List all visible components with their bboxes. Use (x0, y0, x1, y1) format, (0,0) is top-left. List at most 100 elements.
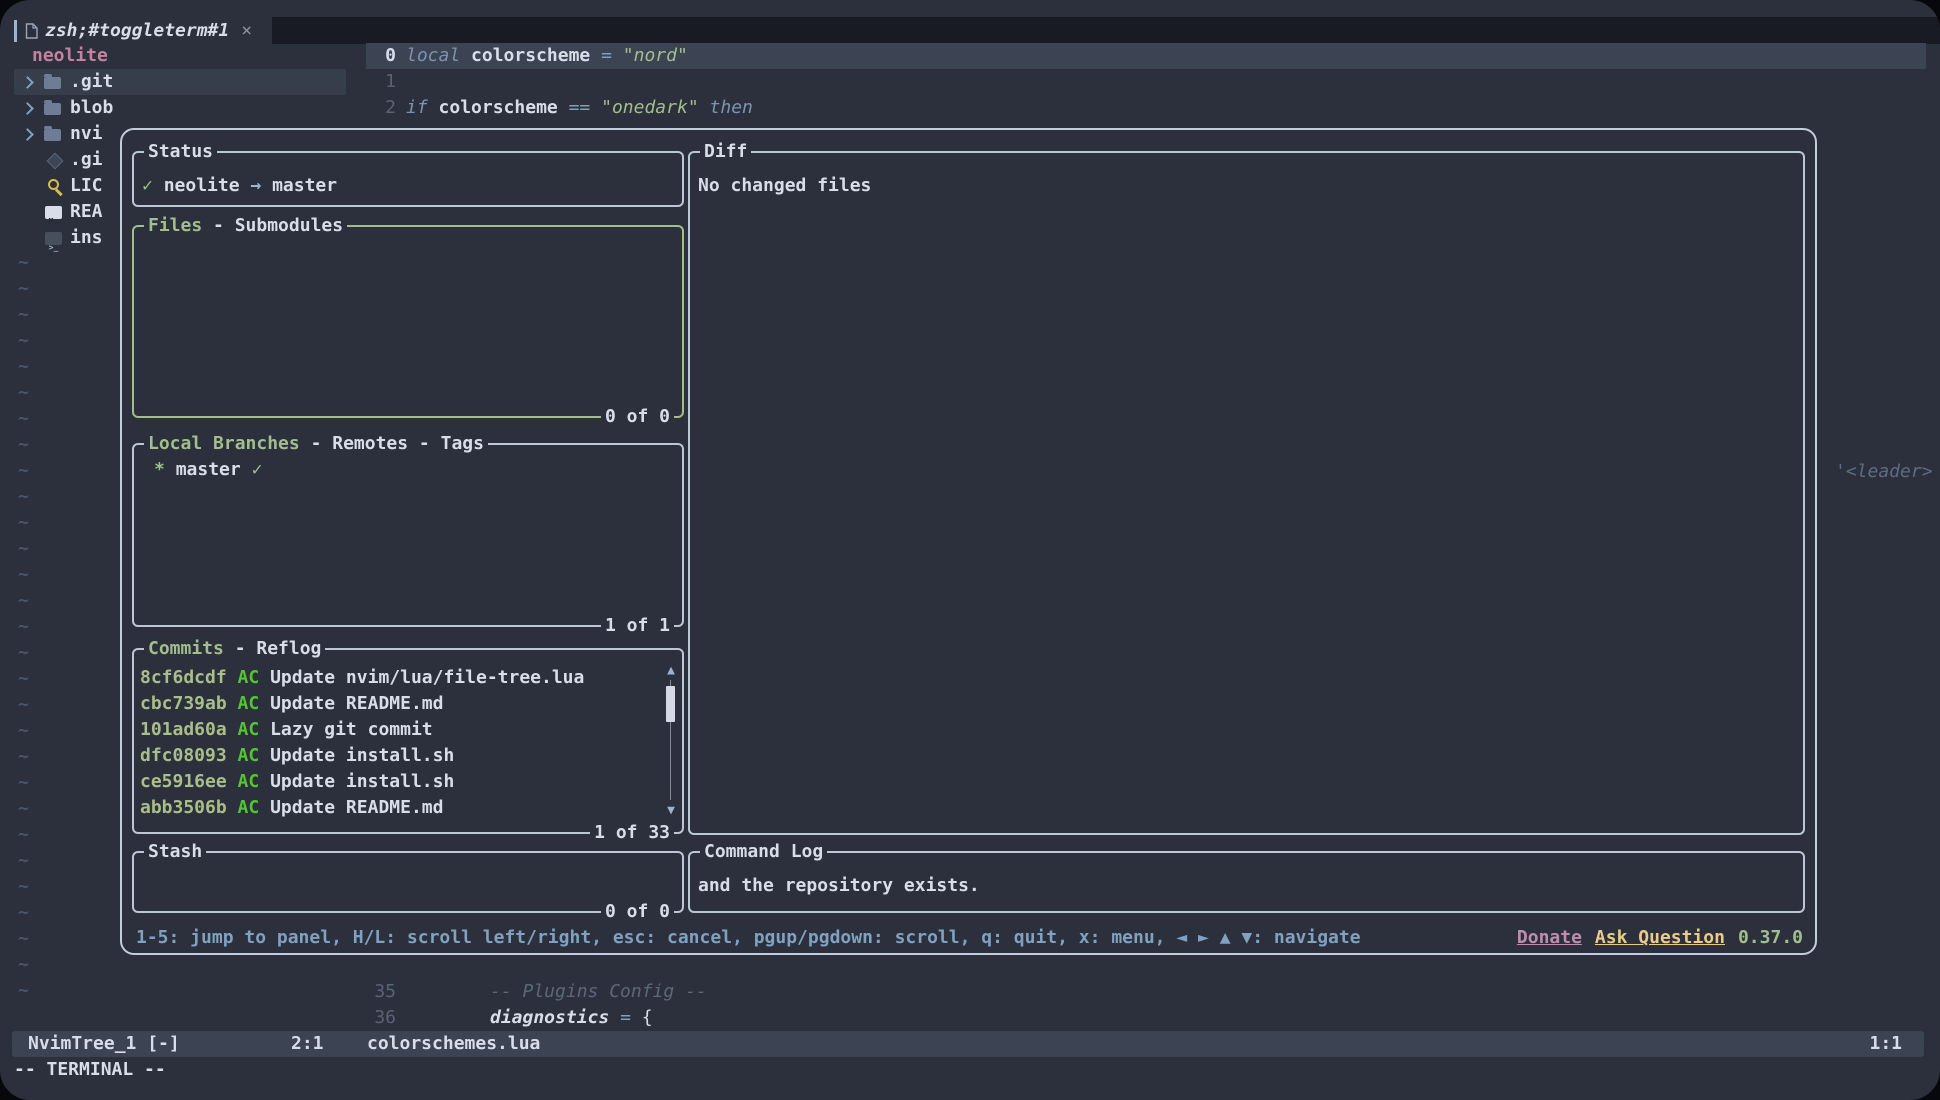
tilde-marker: ~ (18, 354, 29, 380)
tab-files[interactable]: Files (148, 215, 202, 236)
diff-content: No changed files (690, 153, 1803, 199)
lazygit-float-window: Status ✓ neolite → master Files - Submod… (120, 128, 1817, 955)
panel-files[interactable]: Files - Submodules 0 of 0 (132, 225, 684, 418)
tab-stash[interactable]: Stash (148, 841, 202, 862)
line-number: 1 (366, 69, 406, 95)
commit-row[interactable]: ce5916ee AC Update install.sh (140, 769, 682, 795)
commit-message: Update install.sh (270, 745, 454, 766)
commit-author: AC (238, 667, 260, 688)
tilde-marker: ~ (18, 666, 29, 692)
tab-remotes-tags[interactable]: - Remotes - Tags (311, 433, 484, 454)
tilde-marker: ~ (18, 718, 29, 744)
panel-command-log[interactable]: Command Log and the repository exists. (688, 851, 1805, 913)
code-line-1: 1 (366, 69, 406, 95)
donate-link[interactable]: Donate (1517, 925, 1582, 951)
tilde-marker: ~ (18, 900, 29, 926)
tilde-marker: ~ (18, 744, 29, 770)
ask-question-link[interactable]: Ask Question (1595, 925, 1725, 951)
lazygit-bottom-bar: 1-5: jump to panel, H/L: scroll left/rig… (136, 925, 1803, 951)
panel-commits[interactable]: Commits - Reflog 8cf6dcdf AC Update nvim… (132, 648, 684, 834)
statusline-file-name: colorschemes.lua (367, 1031, 540, 1057)
tab-toggleterm[interactable]: zsh;#toggleterm#1 × (14, 17, 272, 44)
tilde-marker: ~ (18, 380, 29, 406)
commit-author: AC (238, 797, 260, 818)
panel-title-status[interactable]: Status (148, 141, 213, 162)
tab-title: zsh;#toggleterm#1 (45, 18, 229, 44)
neovim-window: zsh;#toggleterm#1 × neolite .gitblobnvi.… (0, 0, 1940, 1100)
commit-author: AC (238, 719, 260, 740)
statusline-buffer-name: NvimTree_1 [-] (28, 1031, 180, 1057)
tab-reflog[interactable]: - Reflog (235, 638, 322, 659)
tilde-marker: ~ (18, 692, 29, 718)
tabline-fill (272, 17, 1940, 44)
tilde-marker: ~ (18, 848, 29, 874)
commit-author: AC (238, 771, 260, 792)
markdown-icon (45, 206, 62, 219)
scrollbar-thumb[interactable] (666, 686, 675, 722)
commit-row[interactable]: 101ad60a AC Lazy git commit (140, 717, 682, 743)
commit-message: Update README.md (270, 797, 443, 818)
panel-diff[interactable]: Diff No changed files (688, 151, 1805, 835)
scroll-down-icon[interactable] (664, 804, 678, 818)
commits-count: 1 of 33 (590, 820, 674, 846)
tab-submodules[interactable]: - Submodules (213, 215, 343, 236)
tilde-marker: ~ (18, 250, 29, 276)
file-icon (25, 23, 38, 39)
tilde-marker: ~ (18, 328, 29, 354)
tilde-marker: ~ (18, 484, 29, 510)
statusline-cursor-pos-left: 2:1 (291, 1031, 324, 1057)
panel-branches[interactable]: Local Branches - Remotes - Tags * master… (132, 443, 684, 627)
commit-author: AC (238, 745, 260, 766)
arrow-right-icon: → (250, 175, 261, 196)
commits-scrollbar[interactable] (664, 664, 678, 818)
code-line-35: 35-- Plugins Config -- (366, 979, 707, 1005)
chevron-right-icon (21, 128, 34, 141)
tilde-marker: ~ (18, 770, 29, 796)
tab-commits[interactable]: Commits (148, 638, 224, 659)
panel-status[interactable]: Status ✓ neolite → master (132, 151, 684, 207)
commit-list: 8cf6dcdf AC Update nvim/lua/file-tree.lu… (134, 650, 682, 821)
code-line-0: 0local colorscheme = "nord" (366, 43, 688, 69)
tilde-marker: ~ (18, 952, 29, 978)
folder-icon (44, 129, 61, 141)
tilde-marker: ~ (18, 406, 29, 432)
tab-close-icon[interactable]: × (241, 18, 252, 44)
tilde-marker: ~ (18, 562, 29, 588)
tilde-marker: ~ (18, 926, 29, 952)
tilde-marker: ~ (18, 796, 29, 822)
tree-item-label: ins (70, 225, 103, 251)
tilde-marker: ~ (18, 432, 29, 458)
tree-item-label: .git (70, 69, 113, 95)
tree-item-blob[interactable]: blob (14, 95, 346, 121)
tilde-marker: ~ (18, 458, 29, 484)
code-line-36: 36diagnostics = { (366, 1005, 653, 1031)
stash-count: 0 of 0 (601, 899, 674, 925)
git-icon (47, 153, 64, 170)
tree-root-folder[interactable]: neolite (32, 43, 108, 69)
mode-indicator: -- TERMINAL -- (14, 1057, 166, 1083)
commit-message: Lazy git commit (270, 719, 433, 740)
line-number: 0 (366, 43, 406, 69)
commit-row[interactable]: 8cf6dcdf AC Update nvim/lua/file-tree.lu… (140, 665, 682, 691)
tab-local-branches[interactable]: Local Branches (148, 433, 300, 454)
statusline: NvimTree_1 [-] 2:1 colorschemes.lua 1:1 (12, 1031, 1924, 1057)
commit-row[interactable]: cbc739ab AC Update README.md (140, 691, 682, 717)
panel-title-diff: Diff (704, 141, 747, 162)
commit-author: AC (238, 693, 260, 714)
command-log-content: and the repository exists. (690, 853, 1803, 899)
panel-stash[interactable]: Stash 0 of 0 (132, 851, 684, 913)
files-count: 0 of 0 (601, 404, 674, 430)
key-icon (47, 178, 63, 194)
folder-icon (44, 103, 61, 115)
commit-row[interactable]: abb3506b AC Update README.md (140, 795, 682, 821)
tilde-marker: ~ (18, 822, 29, 848)
tilde-marker: ~ (18, 978, 29, 1004)
commit-hash: dfc08093 (140, 745, 227, 766)
line-number: 36 (366, 1005, 406, 1031)
commit-message: Update nvim/lua/file-tree.lua (270, 667, 584, 688)
tree-item-git[interactable]: .git (14, 69, 346, 95)
scroll-up-icon[interactable] (664, 664, 678, 678)
commit-row[interactable]: dfc08093 AC Update install.sh (140, 743, 682, 769)
code-line-2: 2if colorscheme == "onedark" then (366, 95, 753, 121)
panel-title-command-log: Command Log (704, 841, 823, 862)
